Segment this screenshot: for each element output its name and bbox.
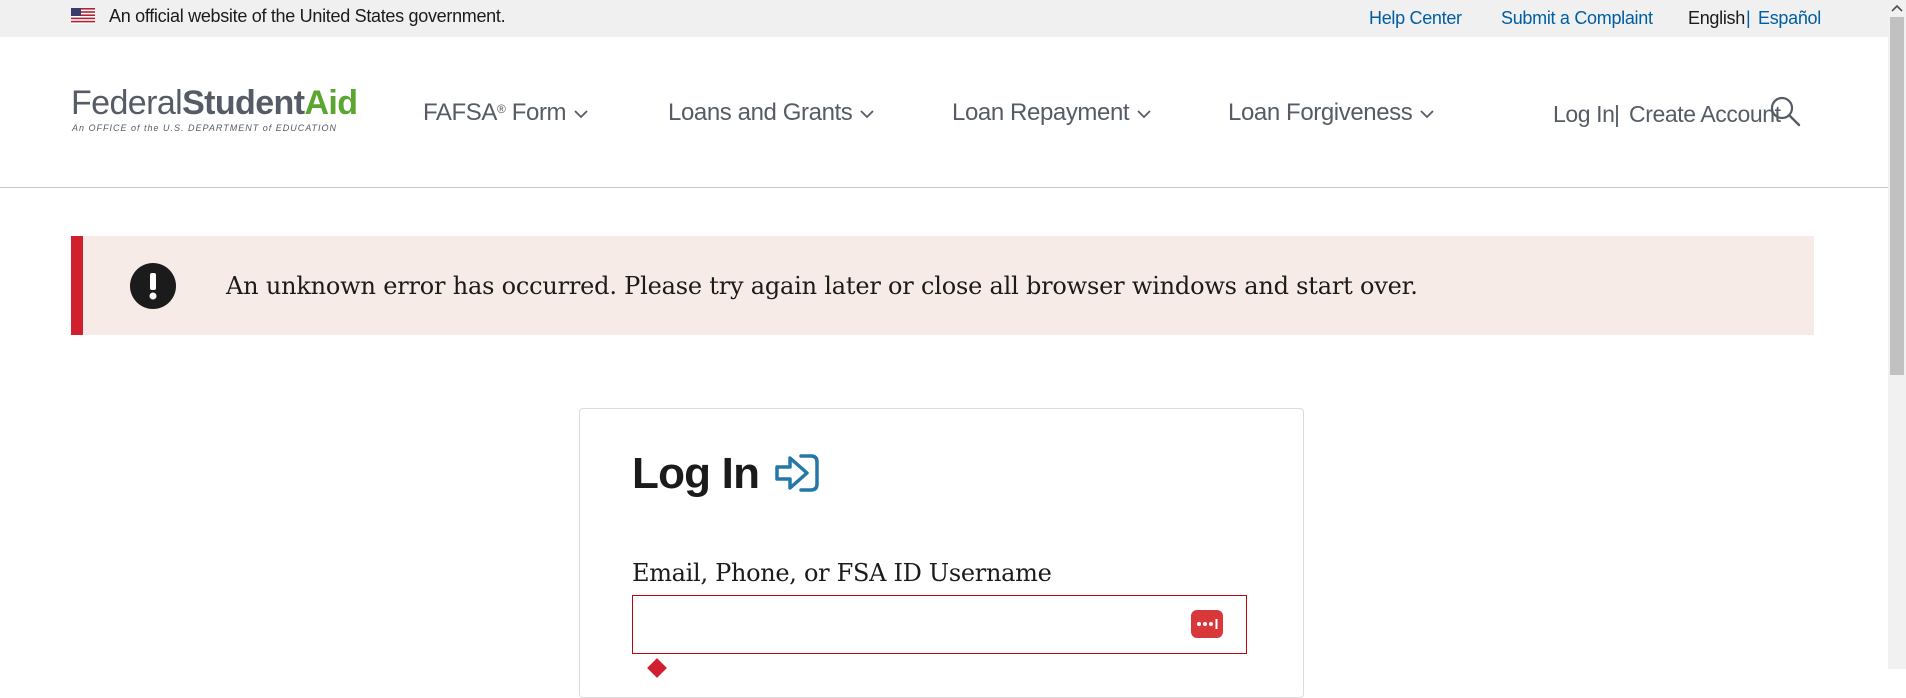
login-title: Log In [632, 449, 760, 498]
nav-fafsa-label: FAFSA [423, 99, 498, 126]
scroll-up-arrow-icon[interactable] [1888, 0, 1906, 17]
official-gov-banner: An official website of the United States… [0, 0, 1888, 37]
chevron-down-icon [1137, 110, 1151, 119]
error-alert-message: An unknown error has occurred. Please tr… [226, 272, 1418, 300]
logo-federal-text: Federal [71, 84, 183, 122]
login-arrow-icon [775, 454, 819, 492]
scrollbar-thumb[interactable] [1890, 17, 1904, 375]
submit-complaint-link[interactable]: Submit a Complaint [1501, 8, 1653, 29]
search-icon[interactable] [1768, 95, 1802, 129]
logo-subtitle: An OFFICE of the U.S. DEPARTMENT of EDUC… [72, 123, 338, 133]
nav-forgiveness-label: Loan Forgiveness [1228, 99, 1413, 126]
logo-aid-text: Aid [304, 84, 358, 122]
help-center-link[interactable]: Help Center [1369, 8, 1462, 29]
chevron-down-icon [1420, 110, 1435, 119]
nav-loans-and-grants[interactable]: Loans and Grants [668, 99, 875, 127]
alert-exclamation-icon [130, 263, 176, 309]
chevron-down-icon [574, 110, 588, 119]
create-account-link[interactable]: Create Account [1629, 101, 1781, 128]
registered-mark: ® [497, 102, 506, 116]
field-error-indicator [647, 658, 667, 678]
page-scrollbar[interactable] [1888, 0, 1906, 669]
nav-fafsa-suffix: Form [505, 99, 567, 126]
gov-banner-text: An official website of the United States… [109, 6, 506, 26]
nav-repayment-label: Loan Repayment [952, 99, 1130, 126]
password-manager-icon[interactable] [1191, 610, 1223, 638]
language-separator: | [1746, 8, 1751, 28]
account-separator: | [1614, 101, 1620, 127]
error-alert: An unknown error has occurred. Please tr… [71, 236, 1814, 335]
chevron-down-icon [860, 110, 875, 119]
us-flag-icon [71, 8, 95, 24]
nav-loan-forgiveness[interactable]: Loan Forgiveness [1228, 99, 1435, 127]
language-english: English [1688, 8, 1745, 28]
fsa-logo[interactable]: FederalStudentAid An OFFICE of the U.S. … [71, 85, 381, 135]
nav-loans-label: Loans and Grants [668, 99, 853, 126]
logo-student-text: Student [182, 84, 305, 122]
nav-fafsa-form[interactable]: FAFSA ® Form [423, 99, 589, 127]
header-log-in-link[interactable]: Log In [1553, 101, 1615, 128]
login-card: Log In Email, Phone, or FSA ID Username [579, 408, 1304, 698]
nav-loan-repayment[interactable]: Loan Repayment [952, 99, 1152, 127]
username-label: Email, Phone, or FSA ID Username [632, 559, 1052, 587]
language-espanol-link[interactable]: Español [1758, 8, 1821, 29]
username-input[interactable] [632, 595, 1247, 654]
site-header: FederalStudentAid An OFFICE of the U.S. … [0, 37, 1888, 188]
